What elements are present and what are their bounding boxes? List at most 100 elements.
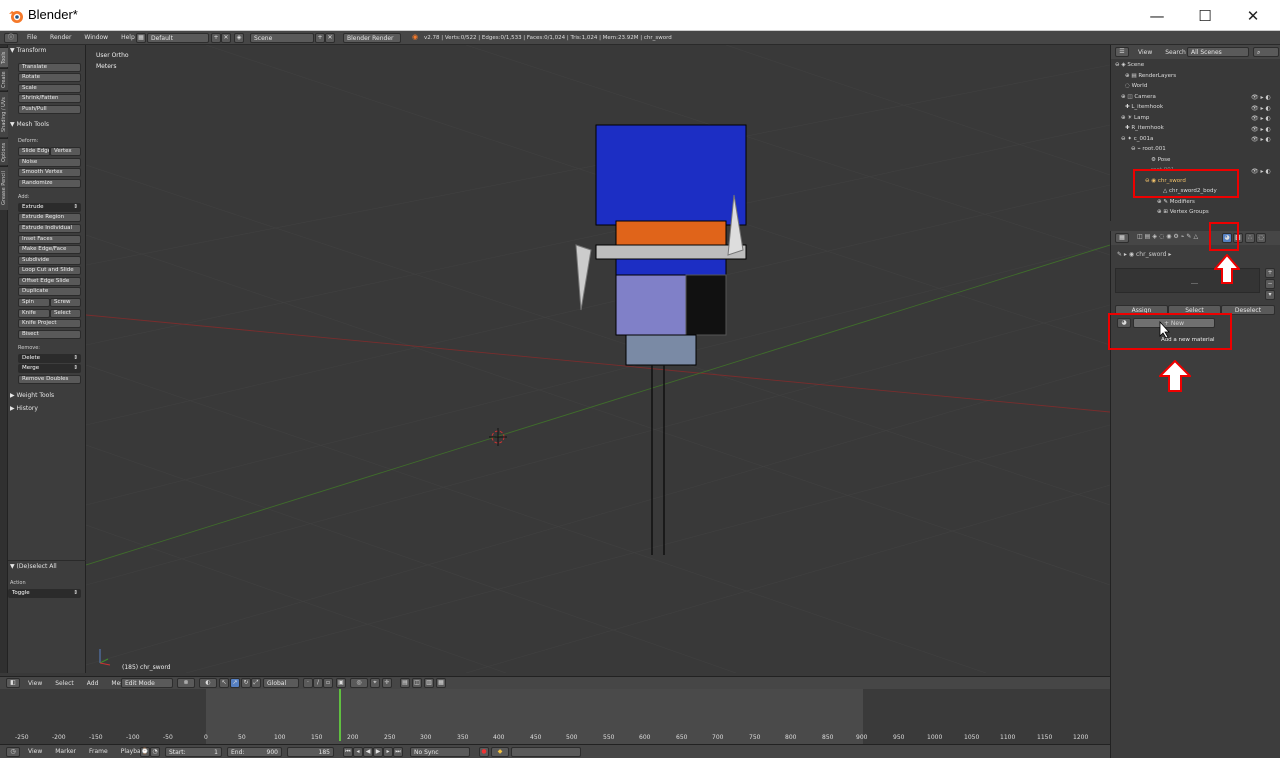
snap-target-icon[interactable]: ✛ [382, 678, 392, 688]
knife-select-button[interactable]: Select [50, 309, 81, 318]
outliner-row-scene[interactable]: ⊖ ◈ Scene [1111, 60, 1280, 71]
outliner-row-renderlayers[interactable]: ⊕ ▤ RenderLayers [1111, 71, 1280, 82]
prev-key-icon[interactable]: ◂ [353, 747, 363, 757]
extrude-individual-button[interactable]: Extrude Individual [18, 224, 81, 233]
occlude-icon[interactable]: ▣ [336, 678, 346, 688]
rotate-manip-icon[interactable]: ↻ [241, 678, 251, 688]
merge-dropdown[interactable]: Merge ⇕ [18, 364, 81, 373]
menu-select[interactable]: Select [55, 680, 74, 687]
make-edge-face-button[interactable]: Make Edge/Face [18, 245, 81, 254]
extrude-region-button[interactable]: Extrude Region [18, 213, 81, 222]
knife-button[interactable]: Knife [18, 309, 50, 318]
shading-icon[interactable]: ◐ [199, 678, 217, 688]
proportional-icon[interactable]: ◎ [350, 678, 368, 688]
outliner-row-vertex-groups[interactable]: ⊕ ⊞ Vertex Groups [1111, 207, 1280, 218]
manipulator-icon[interactable]: ↖ [219, 678, 229, 688]
extrude-dropdown[interactable]: Extrude ⇕ [18, 203, 81, 212]
play-icon[interactable]: ▶ [373, 747, 383, 757]
add-layout-icon[interactable]: + [211, 33, 221, 43]
outliner-visibility-icons[interactable]: 👁 ▸ ◐ 👁 ▸ ◐ 👁 ▸ ◐ 👁 ▸ ◐ 👁 ▸ ◐ 👁 ▸ ◐ [1251, 93, 1271, 178]
outliner-search-field[interactable]: ⌕ [1253, 47, 1279, 57]
outliner-row-world[interactable]: ◌ World [1111, 81, 1280, 92]
properties-editor[interactable]: ▦ ◫▤◈◌◉⚙⌁✎△ ◕ ▩ ∴ ◌ ✎ ▸ ◉ chr_sword ▸ + … [1110, 231, 1280, 758]
record-icon[interactable]: ● [479, 747, 489, 757]
scene-field[interactable]: Scene [250, 33, 314, 43]
delete-dropdown[interactable]: Delete ⇕ [18, 354, 81, 363]
outliner-menu-search[interactable]: Search [1165, 49, 1186, 56]
play-reverse-icon[interactable]: ◀ [363, 747, 373, 757]
tab-tools[interactable]: Tools [0, 47, 8, 67]
screen-layout-icon[interactable]: ▦ [136, 33, 146, 43]
mesh-tools-panel-header[interactable]: ▼ Mesh Tools [10, 121, 49, 128]
push-pull-button[interactable]: Push/Pull [18, 105, 81, 114]
particles-tab-icon[interactable]: ∴ [1245, 233, 1255, 243]
rotate-button[interactable]: Rotate [18, 73, 81, 82]
editor-type-icon[interactable]: ⓘ [4, 33, 18, 43]
properties-context-tabs[interactable]: ◫▤◈◌◉⚙⌁✎△ [1137, 233, 1200, 240]
sync-dropdown[interactable]: No Sync [410, 747, 470, 757]
action-dropdown[interactable]: Toggle ⇕ [8, 589, 81, 598]
operator-panel-header[interactable]: ▼ (De)select All [10, 563, 57, 570]
translate-button[interactable]: Translate [18, 63, 81, 72]
pivot-icon[interactable]: ⊗ [177, 678, 195, 688]
offset-edge-slide-button[interactable]: Offset Edge Slide [18, 277, 81, 286]
knife-project-button[interactable]: Knife Project [18, 319, 81, 328]
transform-panel-header[interactable]: ▼ Transform [10, 47, 46, 54]
duplicate-button[interactable]: Duplicate [18, 287, 81, 296]
remove-slot-icon[interactable]: − [1265, 279, 1275, 289]
loop-cut-button[interactable]: Loop Cut and Slide [18, 266, 81, 275]
face-select-icon[interactable]: ▫ [323, 678, 333, 688]
jump-end-icon[interactable]: ⏭ [393, 747, 403, 757]
scale-button[interactable]: Scale [18, 84, 81, 93]
snap-icon[interactable]: ⌖ [370, 678, 380, 688]
list-grip-icon[interactable] [1191, 283, 1198, 284]
weight-tools-panel-header[interactable]: ▶ Weight Tools [10, 392, 54, 399]
remove-scene-icon[interactable]: ✕ [325, 33, 335, 43]
orientation-dropdown[interactable]: Global [263, 678, 299, 688]
slot-specials-icon[interactable]: ▾ [1265, 290, 1275, 300]
3d-view-type-icon[interactable]: ◧ [6, 678, 20, 688]
close-button[interactable]: ✕ [1230, 0, 1276, 31]
scale-manip-icon[interactable]: ⤢ [251, 678, 261, 688]
menu-help[interactable]: Help [121, 34, 135, 41]
history-panel-header[interactable]: ▶ History [10, 405, 38, 412]
current-frame-field[interactable]: 185 [287, 747, 334, 757]
outliner-filter-dropdown[interactable]: All Scenes [1187, 47, 1249, 57]
mode-dropdown[interactable]: Edit Mode [121, 678, 173, 688]
tl-menu-view[interactable]: View [28, 748, 42, 755]
timeline-area[interactable]: -250 -200 -150 -100 -50 0 50 100 150 200… [0, 689, 1110, 744]
next-key-icon[interactable]: ▸ [383, 747, 393, 757]
tl-menu-marker[interactable]: Marker [55, 748, 76, 755]
menu-file[interactable]: File [27, 34, 37, 41]
smooth-vertex-button[interactable]: Smooth Vertex [18, 168, 81, 177]
maximize-button[interactable]: ☐ [1182, 0, 1228, 31]
vertex-button[interactable]: Vertex [50, 147, 81, 156]
camera-render-icon[interactable]: ▥ [424, 678, 434, 688]
start-frame-field[interactable]: Start: 1 [165, 747, 222, 757]
translate-manip-icon[interactable]: ↗ [230, 678, 240, 688]
shrink-fatten-button[interactable]: Shrink/Fatten [18, 94, 81, 103]
add-scene-icon[interactable]: + [315, 33, 325, 43]
menu-window[interactable]: Window [84, 34, 108, 41]
time-icon[interactable]: ◔ [150, 747, 160, 757]
opengl-render-icon[interactable]: ◫ [412, 678, 422, 688]
noise-button[interactable]: Noise [18, 158, 81, 167]
preview-range-icon[interactable]: ⌚ [140, 747, 150, 757]
minimize-button[interactable]: — [1134, 0, 1180, 31]
tab-options[interactable]: Options [0, 138, 8, 165]
add-slot-icon[interactable]: + [1265, 268, 1275, 278]
layout-field[interactable]: Default [147, 33, 209, 43]
properties-type-icon[interactable]: ▦ [1115, 233, 1129, 243]
menu-add[interactable]: Add [87, 680, 99, 687]
inset-faces-button[interactable]: Inset Faces [18, 235, 81, 244]
vertex-select-icon[interactable]: · [303, 678, 313, 688]
scene-icon[interactable]: ◈ [234, 33, 244, 43]
end-frame-field[interactable]: End: 900 [227, 747, 282, 757]
slide-edge-button[interactable]: Slide Edge [18, 147, 50, 156]
3d-viewport[interactable]: User Ortho Meters (185) chr_sword [86, 45, 1110, 673]
keying-set-field[interactable] [511, 747, 581, 757]
keying-icon[interactable]: ◆ [491, 747, 509, 757]
remove-doubles-button[interactable]: Remove Doubles [18, 375, 81, 384]
anim-render-icon[interactable]: ▦ [436, 678, 446, 688]
menu-render[interactable]: Render [50, 34, 71, 41]
